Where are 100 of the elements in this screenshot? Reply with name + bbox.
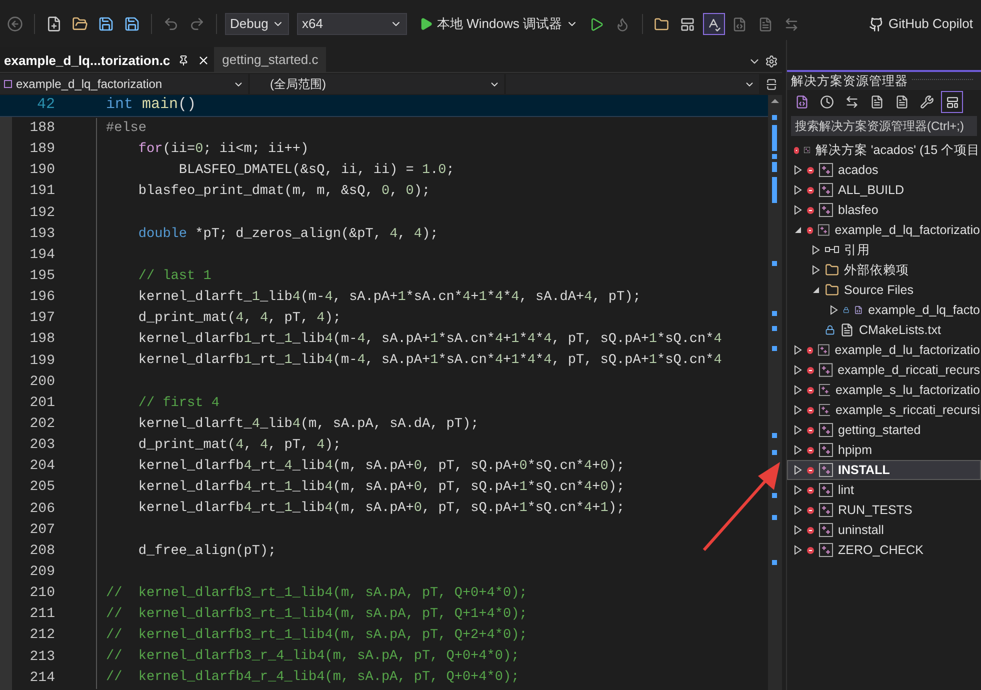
collapsed-caret-icon[interactable] [794, 445, 802, 455]
tree-item[interactable]: getting_started [787, 420, 981, 440]
collapsed-caret-icon[interactable] [830, 305, 838, 315]
platform-dropdown[interactable]: x64 [297, 13, 407, 35]
collapsed-caret-icon[interactable] [794, 165, 802, 175]
tree-label: hpipm [838, 442, 872, 459]
line-number: 200 [28, 372, 55, 392]
run-without-debug-icon[interactable] [589, 16, 604, 32]
collapsed-caret-icon[interactable] [794, 485, 802, 495]
tree-item[interactable]: RUN_TESTS [787, 500, 981, 520]
tree-item[interactable]: uninstall [787, 520, 981, 540]
code-line: kernel_dlarfb1_rt_1_lib4(m-4, sA.pA+1*sA.cn*4+1*4*4, pT, sQ.pA+1*sQ.cn*4 [137, 354, 722, 368]
pin-icon[interactable] [178, 55, 190, 66]
collapsed-caret-icon[interactable] [794, 365, 802, 375]
project-icon [819, 523, 833, 537]
code-comment: // kernel_dlarfb4_r_4_lib4(m, sA.pA, pT, Q+0+4*0); [106, 671, 520, 685]
code-line: for(ii=0; ii<m; ii++) [137, 142, 309, 156]
collapsed-caret-icon[interactable] [794, 425, 802, 435]
project-icon [819, 203, 833, 217]
back-icon[interactable] [7, 16, 23, 32]
tree-item[interactable]: blasfeo [787, 200, 981, 220]
status-icon [807, 366, 814, 374]
wrench-icon[interactable] [920, 95, 934, 109]
code-comment: // kernel_dlarfb3_r_4_lib4(m, sA.pA, pT, Q+0+4*0); [106, 650, 520, 664]
undo-icon[interactable] [163, 16, 179, 32]
scope-dropdown[interactable]: (全局范围) [250, 74, 504, 94]
tree-item[interactable]: acados [787, 160, 981, 180]
collapsed-caret-icon[interactable] [812, 265, 820, 275]
collapsed-caret-icon[interactable] [794, 185, 802, 195]
expanded-caret-icon[interactable] [812, 286, 820, 294]
tree-label: ZERO_CHECK [838, 542, 924, 559]
layout-icon[interactable] [680, 16, 696, 32]
tree-item[interactable]: example_d_lu_factorizatio [787, 340, 981, 360]
collapsed-caret-icon[interactable] [794, 525, 802, 535]
file-tab[interactable]: getting_started.c [214, 47, 326, 72]
tree-label: getting_started [838, 422, 921, 439]
expanded-caret-icon[interactable] [794, 226, 802, 234]
tree-item[interactable]: 解决方案 'acados' (15 个项目 [787, 140, 981, 160]
tree-item[interactable]: 引用 [787, 240, 981, 260]
status-icon [807, 206, 814, 214]
tree-item[interactable]: lint [787, 480, 981, 500]
tree-item[interactable]: example_d_lq_facto [787, 300, 981, 320]
tree-item[interactable]: example_s_riccati_recursi [787, 400, 981, 420]
tree-label: 外部依赖项 [844, 262, 909, 279]
open-folder-icon[interactable] [72, 16, 88, 32]
project-icon [819, 183, 833, 197]
tree-item[interactable]: INSTALL [787, 460, 981, 480]
copilot-button[interactable]: GitHub Copilot [865, 12, 977, 36]
preview-toggle[interactable] [941, 91, 963, 113]
tree-label: INSTALL [838, 462, 890, 479]
line-number: 208 [28, 542, 55, 561]
close-icon[interactable] [197, 54, 210, 67]
split-icon[interactable] [765, 78, 778, 90]
code-line: kernel_dlarfb4_rt_4_lib4(m, sA.pA+0, pT, sQ.pA+0*sQ.cn*4+0); [137, 460, 625, 474]
status-icon [807, 166, 814, 174]
collapsed-caret-icon[interactable] [794, 205, 802, 215]
flame-icon[interactable] [615, 16, 630, 32]
collapsed-caret-icon[interactable] [794, 505, 802, 515]
project-dropdown[interactable]: example_d_lq_factorization [0, 74, 248, 94]
line-number: 210 [28, 584, 55, 604]
tree-item[interactable]: example_d_lq_factorizatio [787, 220, 981, 240]
search-field[interactable]: 搜索解决方案资源管理器(Ctrl+;) [791, 116, 977, 136]
save-all-icon[interactable] [124, 16, 140, 32]
history-icon[interactable] [820, 95, 834, 109]
configuration-dropdown[interactable]: Debug [225, 13, 289, 35]
tree-item[interactable]: example_s_lu_factorizatio [787, 380, 981, 400]
line-number: 202 [28, 415, 55, 434]
spell-check-icon [706, 16, 722, 32]
code-line: d_print_mat(4, 4, pT, 4); [137, 312, 341, 326]
lock-icon [825, 325, 835, 335]
spell-check-toggle[interactable] [702, 13, 725, 35]
code-line: d_free_align(pT); [137, 544, 276, 558]
tree-item[interactable]: CMakeLists.txt [787, 320, 981, 340]
sync-icon[interactable] [845, 95, 859, 109]
run-debugger-button[interactable]: 本地 Windows 调试器 [415, 12, 582, 36]
line-number: 201 [28, 394, 55, 413]
save-icon[interactable] [98, 16, 114, 32]
code-comment: // kernel_dlarfb3_rt_1_lib4(m, sA.pA, pT, Q+1+4*0); [106, 608, 528, 622]
folder-icon[interactable] [654, 16, 670, 32]
text-file-icon [840, 323, 854, 337]
tree-item[interactable]: ZERO_CHECK [787, 540, 981, 560]
collapsed-caret-icon[interactable] [794, 385, 802, 395]
collapsed-caret-icon[interactable] [794, 465, 802, 475]
collapsed-caret-icon[interactable] [794, 345, 802, 355]
new-item-icon[interactable] [46, 16, 62, 32]
c-file-icon [854, 303, 864, 317]
tree-item[interactable]: hpipm [787, 440, 981, 460]
project-icon [819, 163, 833, 177]
tree-item[interactable]: ALL_BUILD [787, 180, 981, 200]
status-icon [807, 466, 814, 474]
tree-item[interactable]: Source Files [787, 280, 981, 300]
collapsed-caret-icon[interactable] [794, 405, 802, 415]
collapsed-caret-icon[interactable] [794, 545, 802, 555]
tree-item[interactable]: 外部依赖项 [787, 260, 981, 280]
collapsed-caret-icon[interactable] [812, 245, 820, 255]
tree-item[interactable]: example_d_riccati_recurs [787, 360, 981, 380]
settings-icon[interactable] [765, 55, 778, 68]
project-icon [4, 80, 12, 88]
tree-label: example_d_riccati_recurs [838, 362, 980, 379]
redo-icon[interactable] [189, 16, 205, 32]
